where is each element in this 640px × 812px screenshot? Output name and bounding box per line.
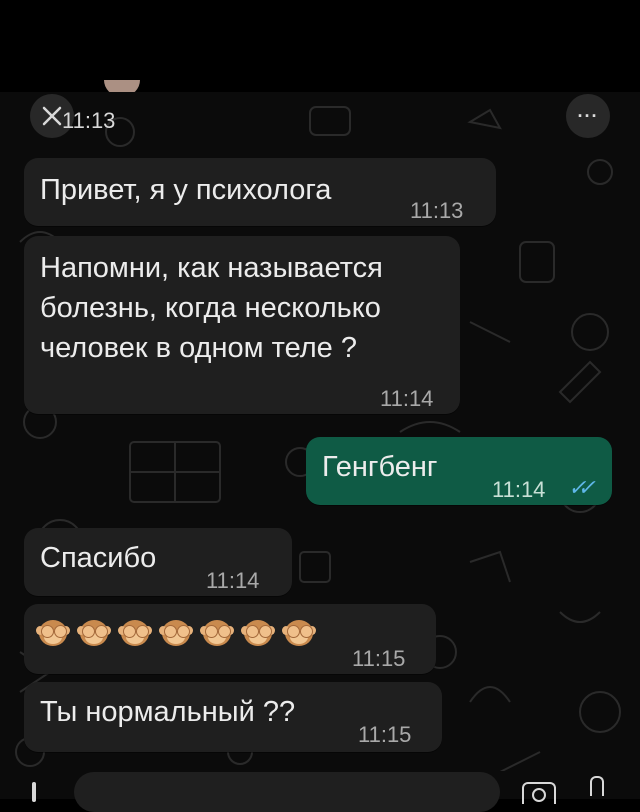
message-bubble-incoming[interactable]: Спасибо 11:14 [24, 528, 292, 596]
message-time: 11:14 [380, 386, 434, 411]
see-no-evil-monkey-icon [200, 616, 234, 650]
message-text: Генгбенг [322, 451, 438, 483]
mic-icon[interactable] [590, 776, 604, 796]
message-time: 11:15 [352, 646, 406, 671]
message-text: Привет, я у психолога [40, 174, 332, 206]
message-text: Спасибо [40, 542, 157, 574]
message-bubble-incoming[interactable]: Напомни, как называется болезнь, когда н… [24, 236, 460, 414]
camera-icon[interactable] [522, 782, 556, 804]
see-no-evil-monkey-icon [36, 616, 70, 650]
more-button[interactable]: ··· [566, 94, 610, 138]
message-bubble-incoming[interactable]: 11:15 [24, 604, 436, 674]
message-time: 11:14 [492, 477, 546, 502]
double-check-icon: ✓✓ [568, 475, 596, 500]
see-no-evil-monkey-icon [282, 616, 316, 650]
top-black-area [0, 0, 640, 92]
emoji-row [36, 616, 316, 650]
close-icon [42, 106, 62, 126]
message-text: Ты нормальный ?? [40, 696, 296, 728]
see-no-evil-monkey-icon [118, 616, 152, 650]
message-time: 11:14 [206, 568, 260, 593]
plus-icon[interactable] [32, 782, 36, 802]
message-time: 11:13 [410, 198, 464, 223]
message-text: Напомни, как называется болезнь, когда н… [40, 252, 383, 364]
message-bubble-incoming[interactable]: Привет, я у психолога 11:13 [24, 158, 496, 226]
message-bubble-outgoing[interactable]: Генгбенг 11:14 ✓✓ [306, 437, 612, 505]
see-no-evil-monkey-icon [159, 616, 193, 650]
more-icon: ··· [577, 105, 599, 126]
message-bubble-incoming[interactable]: Ты нормальный ?? 11:15 [24, 682, 442, 752]
message-input[interactable] [74, 772, 500, 812]
see-no-evil-monkey-icon [77, 616, 111, 650]
see-no-evil-monkey-icon [241, 616, 275, 650]
date-time-label: 11:13 [62, 108, 116, 133]
message-time: 11:15 [358, 722, 412, 747]
